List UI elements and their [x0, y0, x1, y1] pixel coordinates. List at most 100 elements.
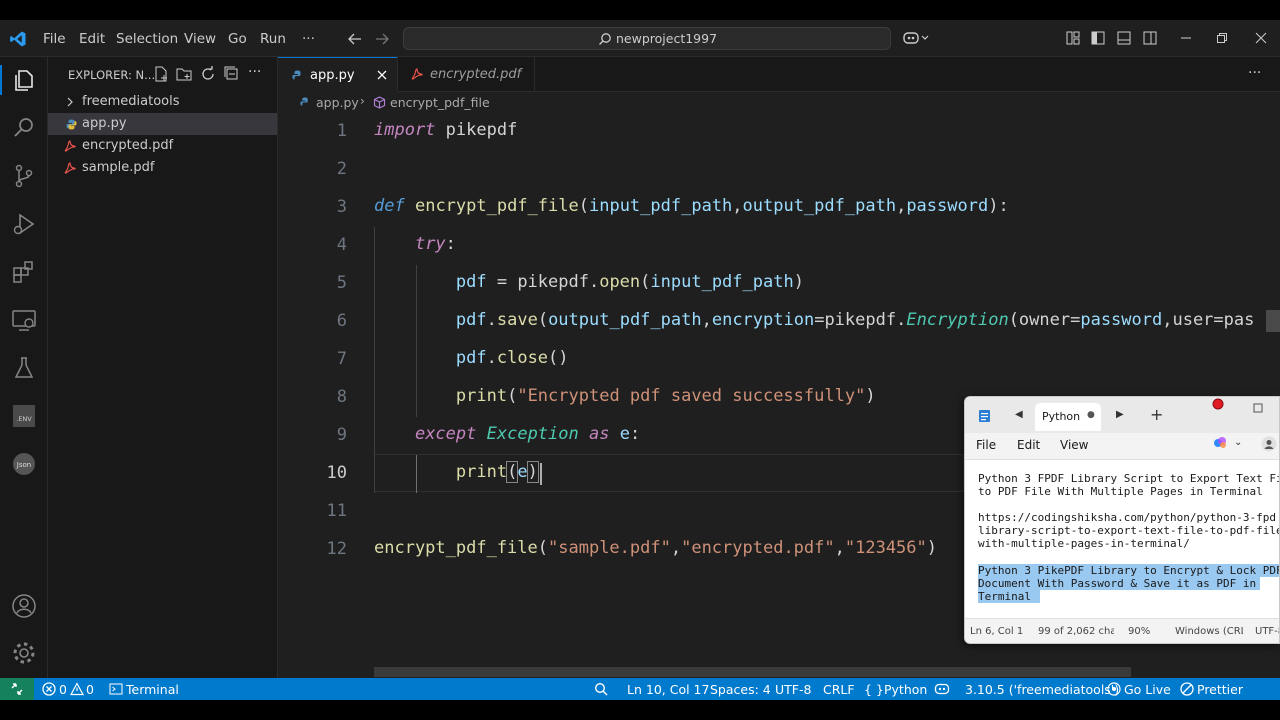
indentation[interactable]: Spaces: 4	[710, 682, 771, 697]
active-indicator	[0, 65, 2, 95]
tree-item-freemediatools[interactable]: freemediatools	[48, 91, 277, 113]
menu-selection[interactable]: Selection	[116, 31, 178, 47]
warnings-count[interactable]: 0	[86, 682, 94, 697]
toggle-secondary-sidebar-icon[interactable]	[1143, 31, 1157, 45]
chevron-down-icon[interactable]: ⌄	[1234, 437, 1242, 448]
explorer-files-icon[interactable]	[10, 66, 38, 94]
code-line-5[interactable]: pdf = pikepdf.open(input_pdf_path)	[374, 272, 804, 292]
toggle-sidebar-icon[interactable]	[1091, 31, 1105, 45]
problems-count[interactable]: 0	[59, 682, 67, 697]
breadcrumb-symbol[interactable]: encrypt_pdf_file	[390, 95, 490, 110]
maximize-icon[interactable]	[1253, 403, 1263, 413]
toggle-panel-icon[interactable]	[1117, 31, 1131, 45]
menu-file[interactable]: File	[43, 31, 66, 47]
search-view-icon[interactable]	[10, 114, 38, 142]
code-line-6[interactable]: pdf.save(output_pdf_path,encryption=pike…	[374, 310, 1254, 330]
explorer-title: EXPLORER: N...	[68, 68, 156, 82]
tree-item-sample-pdf[interactable]: sample.pdf	[48, 157, 277, 179]
menu-view[interactable]: View	[184, 31, 216, 47]
copilot-icon[interactable]	[903, 30, 929, 46]
code-line-10[interactable]: print(e)	[374, 461, 539, 483]
python-file-icon	[300, 97, 308, 106]
code-line-7[interactable]: pdf.close()	[374, 348, 569, 368]
terminal-button[interactable]: Terminal	[126, 682, 179, 697]
testing-flask-icon[interactable]	[10, 354, 38, 382]
editor-more-actions-icon[interactable]: ···	[1248, 65, 1261, 81]
accounts-icon[interactable]	[10, 592, 38, 620]
line-number: 6	[336, 311, 347, 331]
zoom-search-icon[interactable]	[594, 682, 608, 696]
text-cursor	[540, 463, 542, 485]
horizontal-scrollbar[interactable]	[374, 667, 1131, 677]
minimize-icon[interactable]	[1180, 32, 1192, 44]
new-folder-icon[interactable]	[176, 66, 192, 82]
prettier-button[interactable]: Prettier	[1197, 682, 1243, 697]
refresh-icon[interactable]	[200, 66, 216, 82]
forward-arrow-icon[interactable]	[374, 32, 390, 46]
go-live-button[interactable]: Go Live	[1124, 682, 1171, 697]
unsaved-dot-icon[interactable]: ●	[1087, 410, 1095, 420]
terminal-icon	[109, 683, 123, 695]
notepad-app-icon	[979, 410, 990, 422]
notepad-menu-view[interactable]: View	[1060, 438, 1088, 452]
code-line-1[interactable]: import pikepdf	[374, 120, 517, 140]
notepad-selected-line: Document With Password & Save it as PDF …	[978, 577, 1257, 590]
new-tab-plus-icon[interactable]: +	[1150, 405, 1163, 424]
extensions-icon[interactable]	[10, 258, 38, 286]
notepad-tab[interactable]: Python ●	[1035, 403, 1101, 431]
breadcrumb-file[interactable]: app.py	[316, 95, 359, 110]
notepad-menu-file[interactable]: File	[976, 438, 996, 452]
copilot-colorful-icon[interactable]	[1213, 436, 1229, 450]
line-ending[interactable]: CRLF	[823, 682, 855, 697]
source-control-icon[interactable]	[10, 162, 38, 190]
tab-scroll-right-icon[interactable]: ▶	[1116, 409, 1124, 420]
language-braces-icon: { }	[864, 682, 884, 697]
tree-item-encrypted-pdf[interactable]: encrypted.pdf	[48, 135, 277, 157]
menu-go[interactable]: Go	[228, 31, 247, 47]
json-icon[interactable]: Json	[10, 450, 38, 478]
language-mode[interactable]: Python	[884, 682, 927, 697]
menu-more[interactable]: ···	[302, 31, 315, 47]
line-number: 5	[336, 273, 347, 293]
notepad-char-count: 99 of 2,062 chara	[1038, 626, 1114, 637]
layout-customize-icon[interactable]	[1066, 31, 1080, 45]
command-center-search[interactable]: newproject1997	[403, 27, 891, 50]
dotenv-icon[interactable]: .ENV	[10, 402, 38, 430]
remote-icon	[11, 683, 23, 695]
cursor-position[interactable]: Ln 10, Col 17	[627, 682, 709, 697]
vertical-scrollbar-thumb[interactable]	[1266, 310, 1280, 332]
letterbox-bottom	[0, 700, 1280, 720]
menu-edit[interactable]: Edit	[79, 31, 105, 47]
python-interpreter[interactable]: 3.10.5 ('freemediatools')	[965, 682, 1119, 697]
code-line-12[interactable]: encrypt_pdf_file("sample.pdf","encrypted…	[374, 538, 937, 558]
code-line-3[interactable]: def encrypt_pdf_file(input_pdf_path,outp…	[374, 196, 1009, 216]
copilot-status-icon[interactable]	[934, 682, 950, 696]
more-actions-icon[interactable]: ···	[248, 64, 261, 80]
back-arrow-icon[interactable]	[347, 32, 363, 46]
new-file-icon[interactable]	[153, 66, 169, 82]
run-debug-icon[interactable]	[10, 210, 38, 238]
notepad-menu-edit[interactable]: Edit	[1017, 438, 1040, 452]
notepad-text-line: with-multiple-pages-in-terminal/	[978, 537, 1190, 550]
code-line-8[interactable]: print("Encrypted pdf saved successfully"…	[374, 386, 876, 406]
settings-gear-icon[interactable]	[10, 639, 38, 667]
close-window-icon[interactable]	[1255, 32, 1267, 44]
menu-run[interactable]: Run	[260, 31, 286, 47]
line-number: 4	[336, 235, 347, 255]
tree-item-app-py[interactable]: app.py	[48, 113, 277, 135]
collapse-all-icon[interactable]	[224, 66, 240, 82]
encoding[interactable]: UTF-8	[775, 682, 811, 697]
tab-scroll-left-icon[interactable]: ◀	[1015, 409, 1023, 420]
tab-app-py[interactable]: app.py	[278, 57, 397, 92]
restore-icon[interactable]	[1216, 32, 1228, 44]
code-line-9[interactable]: except Exception as e:	[374, 424, 640, 444]
remote-explorer-icon[interactable]	[10, 306, 38, 334]
close-tab-icon[interactable]	[377, 70, 387, 80]
notepad-encoding: UTF-8	[1255, 626, 1279, 637]
remote-indicator[interactable]	[0, 678, 34, 700]
tree-item-label: sample.pdf	[82, 160, 155, 175]
code-line-4[interactable]: try:	[374, 234, 456, 254]
tab-encrypted-pdf[interactable]: encrypted.pdf	[397, 57, 535, 92]
notepad-cursor-position: Ln 6, Col 1	[970, 626, 1024, 637]
account-icon[interactable]	[1261, 436, 1277, 452]
